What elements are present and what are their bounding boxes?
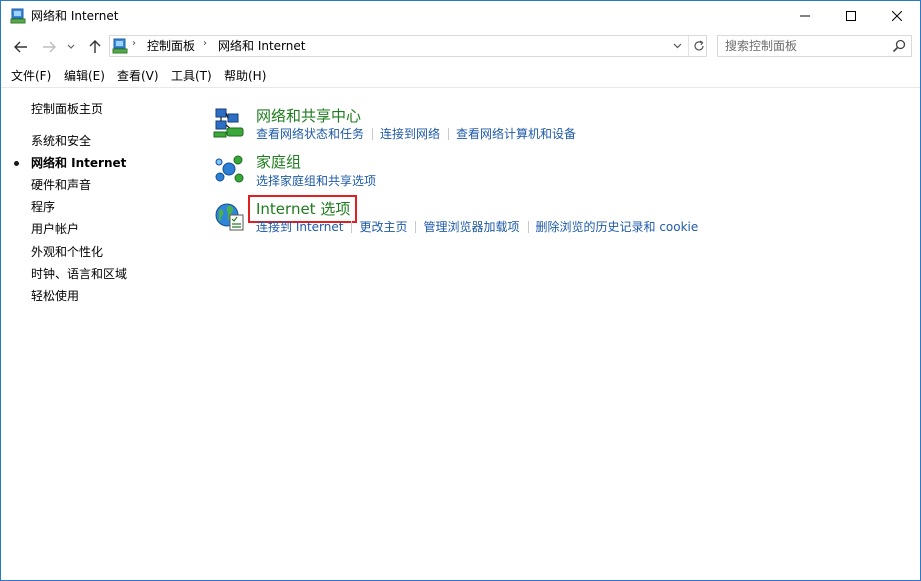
chevron-down-icon [67,44,75,49]
breadcrumb-network-internet[interactable]: 网络和 Internet [218,39,305,53]
back-button[interactable] [11,37,31,57]
breadcrumb-separator-icon: › [203,38,207,49]
arrow-right-icon [43,41,56,53]
view-network-status-link[interactable]: 查看网络状态和任务 [256,127,364,141]
window: 网络和 Internet › 控制面板 › 网络和 Internet 搜索控制面… [0,0,921,581]
breadcrumb-separator-icon: › [132,38,136,49]
homegroup-tasks: 选择家庭组和共享选项 [256,174,376,188]
maximize-button[interactable] [828,1,874,31]
chevron-down-icon [673,43,681,49]
sidebar-item-network-internet: 网络和 Internet [31,156,127,170]
refresh-button[interactable] [688,36,708,56]
breadcrumb-control-panel[interactable]: 控制面板 [147,39,195,53]
link-divider [527,221,529,233]
control-panel-icon [112,38,128,54]
arrow-left-icon [14,41,27,53]
menu-edit[interactable]: 编辑(E) [64,69,105,83]
search-icon[interactable] [892,39,906,53]
sidebar-item-appearance[interactable]: 外观和个性化 [31,245,103,259]
forward-button[interactable] [39,37,59,57]
maximize-icon [846,11,856,21]
manage-browser-addons-link[interactable]: 管理浏览器加载项 [423,220,519,234]
homegroup-icon [215,155,244,183]
close-button[interactable] [874,1,920,31]
menu-bar: 文件(F) 编辑(E) 查看(V) 工具(T) 帮助(H) [1,65,920,88]
menu-tools[interactable]: 工具(T) [171,69,212,83]
internet-options-tasks: 连接到 Internet 更改主页 管理浏览器加载项 删除浏览的历史记录和 cooki… [256,220,698,234]
search-input[interactable] [718,36,895,56]
link-divider [372,128,374,140]
homegroup-sharing-options-link[interactable]: 选择家庭组和共享选项 [256,174,376,188]
address-dropdown-button[interactable] [667,36,687,56]
connect-to-network-link[interactable]: 连接到网络 [380,127,440,141]
arrow-up-icon [89,40,101,53]
link-divider [448,128,450,140]
network-sharing-icon [213,108,244,138]
internet-options-icon [215,203,244,231]
network-sharing-center-link[interactable]: 网络和共享中心 [256,107,361,125]
search-box[interactable] [717,35,912,57]
homegroup-link[interactable]: 家庭组 [256,153,301,171]
close-icon [892,11,902,21]
sidebar-item-system-security[interactable]: 系统和安全 [31,134,91,148]
sidebar-item-ease-of-access[interactable]: 轻松使用 [31,289,79,303]
highlight-box [248,195,357,223]
menu-view[interactable]: 查看(V) [117,69,159,83]
menu-help[interactable]: 帮助(H) [224,69,266,83]
title-bar: 网络和 Internet [1,1,920,31]
recent-locations-button[interactable] [63,37,79,57]
sidebar-item-hardware-sound[interactable]: 硬件和声音 [31,178,91,192]
connect-to-internet-link[interactable]: 连接到 Internet [256,220,343,234]
sidebar-item-user-accounts[interactable]: 用户帐户 [31,222,79,236]
refresh-icon [693,40,704,51]
network-sharing-tasks: 查看网络状态和任务 连接到网络 查看网络计算机和设备 [256,127,576,141]
link-divider [415,221,417,233]
sidebar-item-programs[interactable]: 程序 [31,200,55,214]
view-network-computers-link[interactable]: 查看网络计算机和设备 [456,127,576,141]
up-button[interactable] [85,37,105,57]
address-bar[interactable]: › 控制面板 › 网络和 Internet [109,35,707,57]
sidebar-item-clock-region[interactable]: 时钟、语言和区域 [31,267,127,281]
minimize-icon [800,15,810,17]
minimize-button[interactable] [782,1,828,31]
delete-browsing-history-link[interactable]: 删除浏览的历史记录和 cookie [536,220,699,234]
link-divider [351,221,353,233]
current-item-bullet [14,161,19,166]
sidebar-item-home[interactable]: 控制面板主页 [31,102,103,116]
network-app-icon [10,8,26,24]
change-homepage-link[interactable]: 更改主页 [359,220,407,234]
menu-file[interactable]: 文件(F) [11,69,51,83]
window-title: 网络和 Internet [31,9,119,23]
